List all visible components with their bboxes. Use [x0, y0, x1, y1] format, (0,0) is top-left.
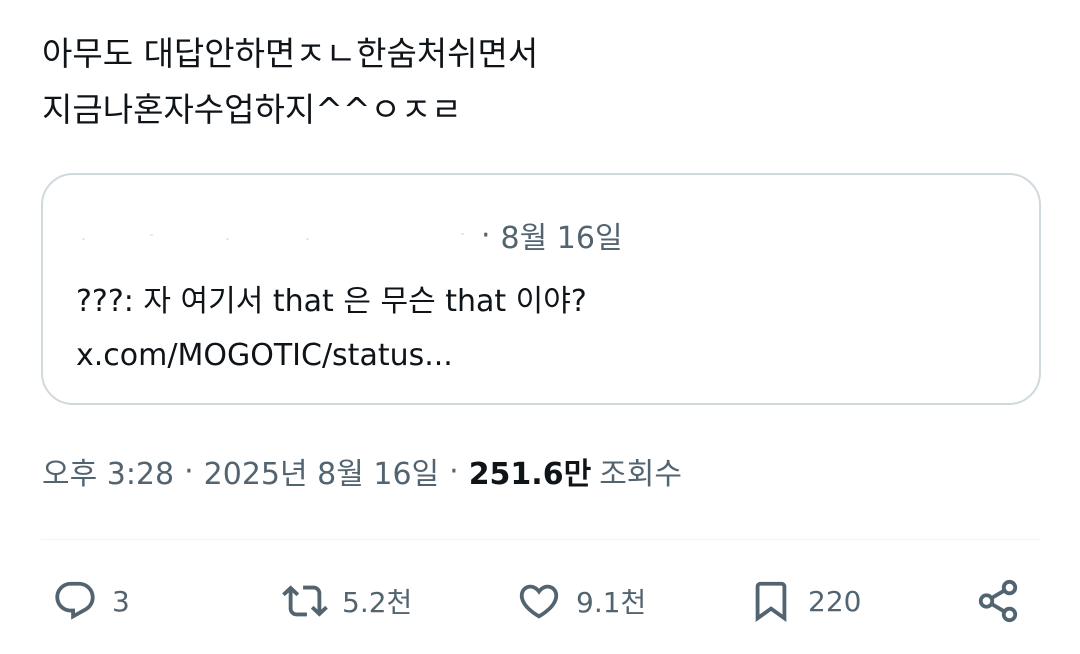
meta-separator: ·	[449, 453, 459, 489]
tweet-time[interactable]: 오후 3:28	[42, 449, 174, 493]
meta-separator: ·	[184, 453, 194, 489]
share-button[interactable]	[975, 570, 1021, 632]
bookmark-count: 220	[808, 584, 862, 618]
tweet-text-line-1: 아무도 대답안하면ㅈㄴ한숨처쉬면서	[42, 34, 539, 73]
reply-button[interactable]: 3	[52, 570, 130, 632]
share-nodes-icon	[978, 579, 1018, 623]
tweet-text: 아무도 대답안하면ㅈㄴ한숨처쉬면서 지금나혼자수업하지^^ㅇㅈㄹ	[42, 26, 1042, 138]
reply-count: 3	[112, 584, 130, 618]
quoted-author-redacted[interactable]	[76, 220, 481, 250]
quoted-tweet-body: ???: 자 여기서 that 은 무슨 that 이야? x.com/MOGO…	[76, 275, 1016, 383]
quoted-tweet-header: · 8월 16일	[76, 213, 623, 257]
quoted-date-separator: ·	[481, 217, 491, 253]
retweet-arrows-icon	[282, 585, 328, 617]
reply-bubble-icon	[55, 581, 95, 620]
tweet-text-line-2: 지금나혼자수업하지^^ㅇㅈㄹ	[42, 90, 462, 129]
action-bar: 3 5.2천 9.1천 220	[0, 570, 1080, 632]
bookmark-outline-icon	[755, 581, 787, 622]
heart-outline-icon	[519, 584, 559, 619]
like-count: 9.1천	[576, 586, 647, 619]
quoted-tweet-card[interactable]: · 8월 16일 ???: 자 여기서 that 은 무슨 that 이야? x…	[41, 173, 1041, 405]
divider	[41, 539, 1041, 540]
views-label: 조회수	[599, 457, 682, 492]
bookmark-button[interactable]: 220	[748, 570, 861, 632]
quoted-tweet-link[interactable]: x.com/MOGOTIC/status...	[76, 329, 1016, 383]
quoted-tweet-date[interactable]: 8월 16일	[501, 213, 623, 257]
like-button[interactable]: 9.1천	[516, 570, 646, 632]
retweet-button[interactable]: 5.2천	[282, 570, 412, 632]
retweet-count: 5.2천	[342, 586, 413, 619]
tweet-meta: 오후 3:28 · 2025년 8월 16일 · 251.6만 조회수	[42, 446, 682, 496]
tweet-date[interactable]: 2025년 8월 16일	[204, 449, 439, 493]
quoted-tweet-line-1: ???: 자 여기서 that 은 무슨 that 이야?	[76, 284, 587, 319]
views-count: 251.6만	[468, 457, 592, 492]
